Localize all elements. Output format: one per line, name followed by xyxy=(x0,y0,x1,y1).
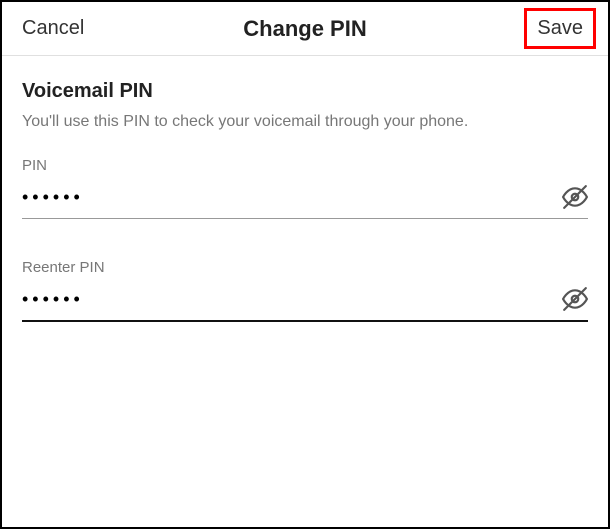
reenter-pin-input[interactable] xyxy=(22,289,562,310)
cancel-button[interactable]: Cancel xyxy=(22,17,84,40)
reenter-pin-input-row xyxy=(22,286,588,322)
header: Cancel Change PIN Save xyxy=(2,2,608,56)
toggle-visibility-icon[interactable] xyxy=(562,184,588,210)
save-button[interactable]: Save xyxy=(537,17,583,40)
description-text: You'll use this PIN to check your voicem… xyxy=(22,113,588,131)
pin-label: PIN xyxy=(22,157,588,174)
section-title: Voicemail PIN xyxy=(22,80,588,103)
reenter-pin-label: Reenter PIN xyxy=(22,259,588,276)
save-highlight: Save xyxy=(524,8,596,49)
page-title: Change PIN xyxy=(243,16,366,42)
content: Voicemail PIN You'll use this PIN to che… xyxy=(2,56,608,386)
pin-input-row xyxy=(22,184,588,219)
pin-input[interactable] xyxy=(22,187,562,208)
pin-field-group: PIN xyxy=(22,157,588,219)
reenter-pin-field-group: Reenter PIN xyxy=(22,259,588,322)
toggle-visibility-icon[interactable] xyxy=(562,286,588,312)
